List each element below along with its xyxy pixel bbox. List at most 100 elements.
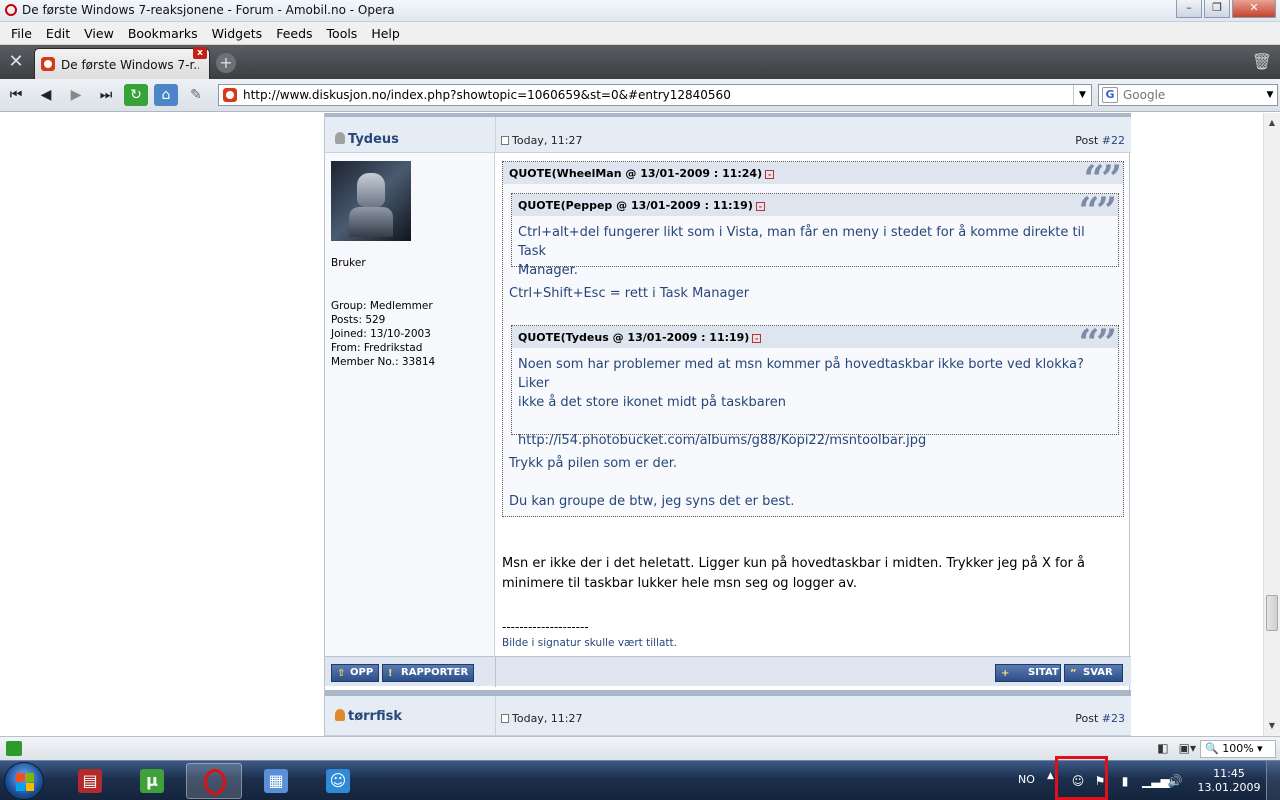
nested-quote-header: QUOTE(Peppep @ 13/01-2009 : 11:19) - [512, 194, 1118, 216]
magnifier-icon: 🔍 [1205, 742, 1219, 755]
system-clock[interactable]: 11:45 13.01.2009 [1196, 767, 1262, 795]
edit-pen-icon[interactable]: ✎ [184, 84, 208, 106]
google-icon[interactable]: G [1102, 87, 1118, 103]
taskbar-winrar[interactable]: ▤ [62, 763, 118, 799]
sync-icon[interactable] [6, 741, 22, 756]
menu-edit[interactable]: Edit [39, 26, 77, 41]
tab-close-icon[interactable]: x [193, 47, 207, 59]
search-box[interactable]: G ▼ [1098, 84, 1278, 106]
zoom-control[interactable]: 🔍 100% ▾ [1200, 740, 1276, 758]
show-desktop-button[interactable] [1266, 761, 1280, 800]
user-member-no: Member No.: 33814 [331, 356, 436, 368]
menu-bookmarks[interactable]: Bookmarks [121, 26, 205, 41]
scrollbar-thumb[interactable] [1266, 595, 1278, 631]
signature-separator: -------------------- [502, 620, 589, 634]
menu-file[interactable]: File [4, 26, 39, 41]
post-number-link[interactable]: #22 [1102, 134, 1125, 147]
taskbar-utorrent[interactable]: µ [124, 763, 180, 799]
utorrent-icon: µ [140, 769, 164, 793]
close-button[interactable]: ✕ [1232, 0, 1276, 18]
page-icon [501, 136, 509, 145]
network-signal-icon[interactable]: ▁▃▅ [1142, 773, 1170, 789]
post-number-link[interactable]: #23 [1102, 712, 1125, 725]
menu-help[interactable]: Help [364, 26, 407, 41]
new-tab-icon[interactable]: + [216, 53, 236, 73]
menu-widgets[interactable]: Widgets [205, 26, 270, 41]
menu-bar: File Edit View Bookmarks Widgets Feeds T… [0, 22, 1280, 45]
nested-quote-header: QUOTE(Tydeus @ 13/01-2009 : 11:19) - [512, 326, 1118, 348]
language-indicator[interactable]: NO [1018, 773, 1035, 786]
post-author[interactable]: tørrfisk [335, 709, 402, 724]
user-from: From: Fredrikstad [331, 342, 423, 354]
tab-forum[interactable]: De første Windows 7-r... x [34, 47, 210, 79]
menu-feeds[interactable]: Feeds [269, 26, 319, 41]
device-icon[interactable]: ▮ [1117, 773, 1133, 789]
window-controls: – ❐ ✕ [1176, 0, 1276, 18]
window-title: De første Windows 7-reaksjonene - Forum … [22, 3, 395, 17]
menu-view[interactable]: View [77, 26, 121, 41]
user-offline-icon [335, 132, 345, 144]
menu-tools[interactable]: Tools [320, 26, 365, 41]
window-titlebar[interactable]: De første Windows 7-reaksjonene - Forum … [0, 0, 1280, 22]
back-icon[interactable]: ◀ [34, 84, 58, 106]
winrar-icon: ▤ [78, 769, 102, 793]
minimize-button[interactable]: – [1176, 0, 1202, 18]
search-input[interactable] [1123, 87, 1253, 103]
tab-title: De første Windows 7-r... [61, 58, 199, 72]
nested-quote-block: QUOTE(Peppep @ 13/01-2009 : 11:19) - “” C… [511, 193, 1119, 278]
address-bar[interactable]: ▼ [218, 84, 1092, 106]
scroll-down-icon[interactable]: ▼ [1264, 718, 1280, 734]
photobucket-link[interactable]: http://i54.photobucket.com/albums/g88/Ko… [518, 431, 1114, 450]
show-hidden-icons[interactable]: ▲ [1047, 771, 1054, 781]
address-dropdown-icon[interactable]: ▼ [1073, 85, 1091, 105]
clock-time: 11:45 [1213, 767, 1245, 780]
camera-icon[interactable]: ▣▾ [1179, 741, 1196, 755]
user-details: Group: Medlemmer Posts: 529 Joined: 13/1… [331, 299, 435, 369]
post-header: tørrfisk Today, 11:27 Post #23 [325, 696, 1131, 736]
post-footer-bar: ⇧ OPP ! RAPPORTER + SITAT ” SVAR [325, 656, 1131, 687]
report-button[interactable]: ! RAPPORTER [382, 664, 475, 682]
fast-forward-icon[interactable]: ⏭ [94, 84, 118, 106]
search-dropdown-icon[interactable]: ▼ [1263, 85, 1277, 105]
scroll-up-icon[interactable]: ▲ [1264, 115, 1280, 131]
windows-logo-icon [16, 773, 34, 791]
collapse-icon[interactable]: - [752, 334, 762, 343]
turbo-icon[interactable]: ◧ [1157, 741, 1168, 755]
page-viewport: Tydeus Today, 11:27 Post #22 Bruker Grou… [0, 113, 1263, 736]
address-input[interactable] [243, 87, 1063, 103]
post-number: Post #22 [1075, 134, 1125, 147]
signature-text: Bilde i signatur skulle vært tillatt. [502, 637, 678, 649]
status-icons: ◧ ▣▾ [1157, 741, 1196, 755]
taskbar-opera[interactable] [186, 763, 242, 799]
user-rank: Bruker [331, 257, 366, 269]
vertical-scrollbar[interactable]: ▲ ▼ [1263, 113, 1280, 736]
reload-icon[interactable]: ↻ [124, 84, 148, 106]
start-button[interactable] [4, 762, 44, 800]
quote-block: QUOTE(WheelMan @ 13/01-2009 : 11:24) - “”… [502, 161, 1124, 517]
post-author[interactable]: Tydeus [335, 132, 399, 147]
home-icon[interactable]: ⌂ [154, 84, 178, 106]
post-number: Post #23 [1075, 712, 1125, 725]
panel-tools-icon[interactable]: ✕ [2, 48, 30, 76]
window-app-icon: ▦ [264, 769, 288, 793]
tray-highlight-box [1055, 756, 1108, 800]
maximize-button[interactable]: ❐ [1204, 0, 1230, 18]
taskbar-explorer[interactable]: ▦ [248, 763, 304, 799]
quote-button[interactable]: + SITAT [995, 664, 1061, 682]
volume-icon[interactable]: 🔊 [1167, 773, 1183, 789]
post-23: tørrfisk Today, 11:27 Post #23 [324, 690, 1131, 736]
top-button[interactable]: ⇧ OPP [331, 664, 380, 682]
collapse-icon[interactable]: - [755, 202, 765, 211]
reply-button[interactable]: ” SVAR [1064, 664, 1123, 682]
taskbar-messenger[interactable]: ☺ [310, 763, 366, 799]
quote-reply-text: Ctrl+Shift+Esc = rett i Task Manager [509, 286, 750, 301]
post-time: Today, 11:27 [501, 134, 583, 147]
plus-icon: + [1001, 668, 1010, 679]
rewind-icon[interactable]: ⏮ [4, 84, 28, 106]
collapse-icon[interactable]: - [765, 170, 775, 179]
post-time: Today, 11:27 [501, 712, 583, 725]
post-user-info: Bruker Group: Medlemmer Posts: 529 Joine… [325, 153, 495, 656]
forward-icon[interactable]: ▶ [64, 84, 88, 106]
site-favicon-icon [223, 88, 237, 102]
trash-icon[interactable]: 🗑 [1252, 52, 1272, 71]
